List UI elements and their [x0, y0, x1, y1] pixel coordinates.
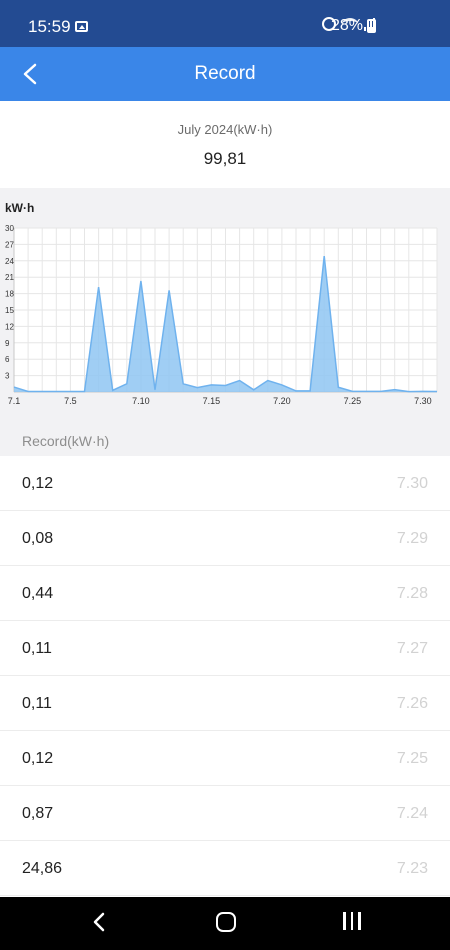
record-row: 0,12 7.25 — [0, 731, 450, 786]
chart-y-tick-label: 12 — [5, 322, 14, 331]
status-time: 15:59 — [28, 17, 71, 36]
chart-x-tick-label: 7.15 — [203, 396, 221, 406]
record-value: 0,11 — [22, 640, 52, 657]
record-row: 0,11 7.26 — [0, 676, 450, 731]
record-heading: Record(kW·h) — [22, 433, 110, 449]
record-row: 24,86 7.23 — [0, 841, 450, 896]
chart-x-tick-label: 7.20 — [273, 396, 291, 406]
record-value: 0,08 — [22, 530, 54, 547]
chart-x-tick-label: 7.30 — [414, 396, 432, 406]
record-value: 0,11 — [22, 695, 52, 712]
record-row: 0,08 7.29 — [0, 511, 450, 566]
record-date: 7.26 — [396, 695, 428, 712]
summary-value: 99,81 — [203, 149, 247, 168]
record-date: 7.24 — [396, 805, 428, 822]
record-date: 7.30 — [396, 475, 428, 492]
record-date: 7.29 — [396, 530, 428, 547]
consumption-chart: 3 6 9 12 15 18 21 24 27 30 7.1 7.5 7.10 7.15 7.20 7.25 7… — [0, 188, 450, 414]
nav-recents-icon[interactable] — [343, 912, 361, 932]
nav-back-icon[interactable] — [92, 912, 106, 932]
record-date: 7.25 — [396, 750, 428, 767]
battery-icon — [367, 19, 376, 33]
record-date: 7.27 — [396, 640, 428, 657]
chart-y-tick-label: 6 — [5, 355, 10, 364]
chart-y-tick-label: 9 — [5, 339, 10, 348]
record-value: 0,44 — [22, 585, 54, 602]
navigation-bar — [0, 897, 450, 950]
chart-y-tick-label: 15 — [5, 306, 14, 315]
chart-x-tick-label: 7.1 — [8, 396, 21, 406]
nav-home-icon[interactable] — [216, 912, 236, 932]
gallery-icon — [75, 21, 88, 32]
record-value: 0,87 — [22, 805, 54, 822]
battery-percentage: 28% — [330, 17, 363, 34]
chart-y-tick-label: 3 — [5, 372, 10, 381]
chart-canvas: 3 6 9 12 15 18 21 24 27 30 7.1 7.5 7.10 7.15 7.20 7.25 7… — [5, 224, 438, 406]
record-list: 0,12 7.30 0,08 7.29 0,44 7.28 0,11 7.27 0,11 7.26… — [0, 456, 450, 897]
record-row: 0,12 7.30 — [0, 456, 450, 511]
chart-y-tick-label: 27 — [5, 240, 14, 249]
chart-y-tick-label: 18 — [5, 290, 14, 299]
record-date: 7.28 — [396, 585, 428, 602]
record-row: 0,44 7.28 — [0, 566, 450, 621]
status-bar: 15:59 28% — [0, 0, 450, 47]
page-title: Record — [194, 63, 256, 84]
record-row: 0,87 7.24 — [0, 786, 450, 841]
app-header: Record — [0, 47, 450, 101]
chart-y-tick-label: 24 — [5, 257, 14, 266]
record-value: 24,86 — [22, 860, 63, 877]
chart-x-tick-label: 7.10 — [132, 396, 150, 406]
chart-y-unit: kW·h — [5, 201, 35, 215]
chart-y-tick-label: 21 — [5, 273, 14, 282]
record-row: 0,11 7.27 — [0, 621, 450, 676]
record-date: 7.23 — [396, 860, 428, 877]
summary-label: July 2024(kW·h) — [177, 122, 273, 137]
chart-x-tick-label: 7.5 — [64, 396, 77, 406]
record-value: 0,12 — [22, 750, 54, 767]
chart-y-tick-label: 30 — [5, 224, 14, 233]
monthly-summary: July 2024(kW·h) 99,81 — [0, 101, 450, 188]
chart-x-tick-label: 7.25 — [344, 396, 362, 406]
record-value: 0,12 — [22, 475, 54, 492]
